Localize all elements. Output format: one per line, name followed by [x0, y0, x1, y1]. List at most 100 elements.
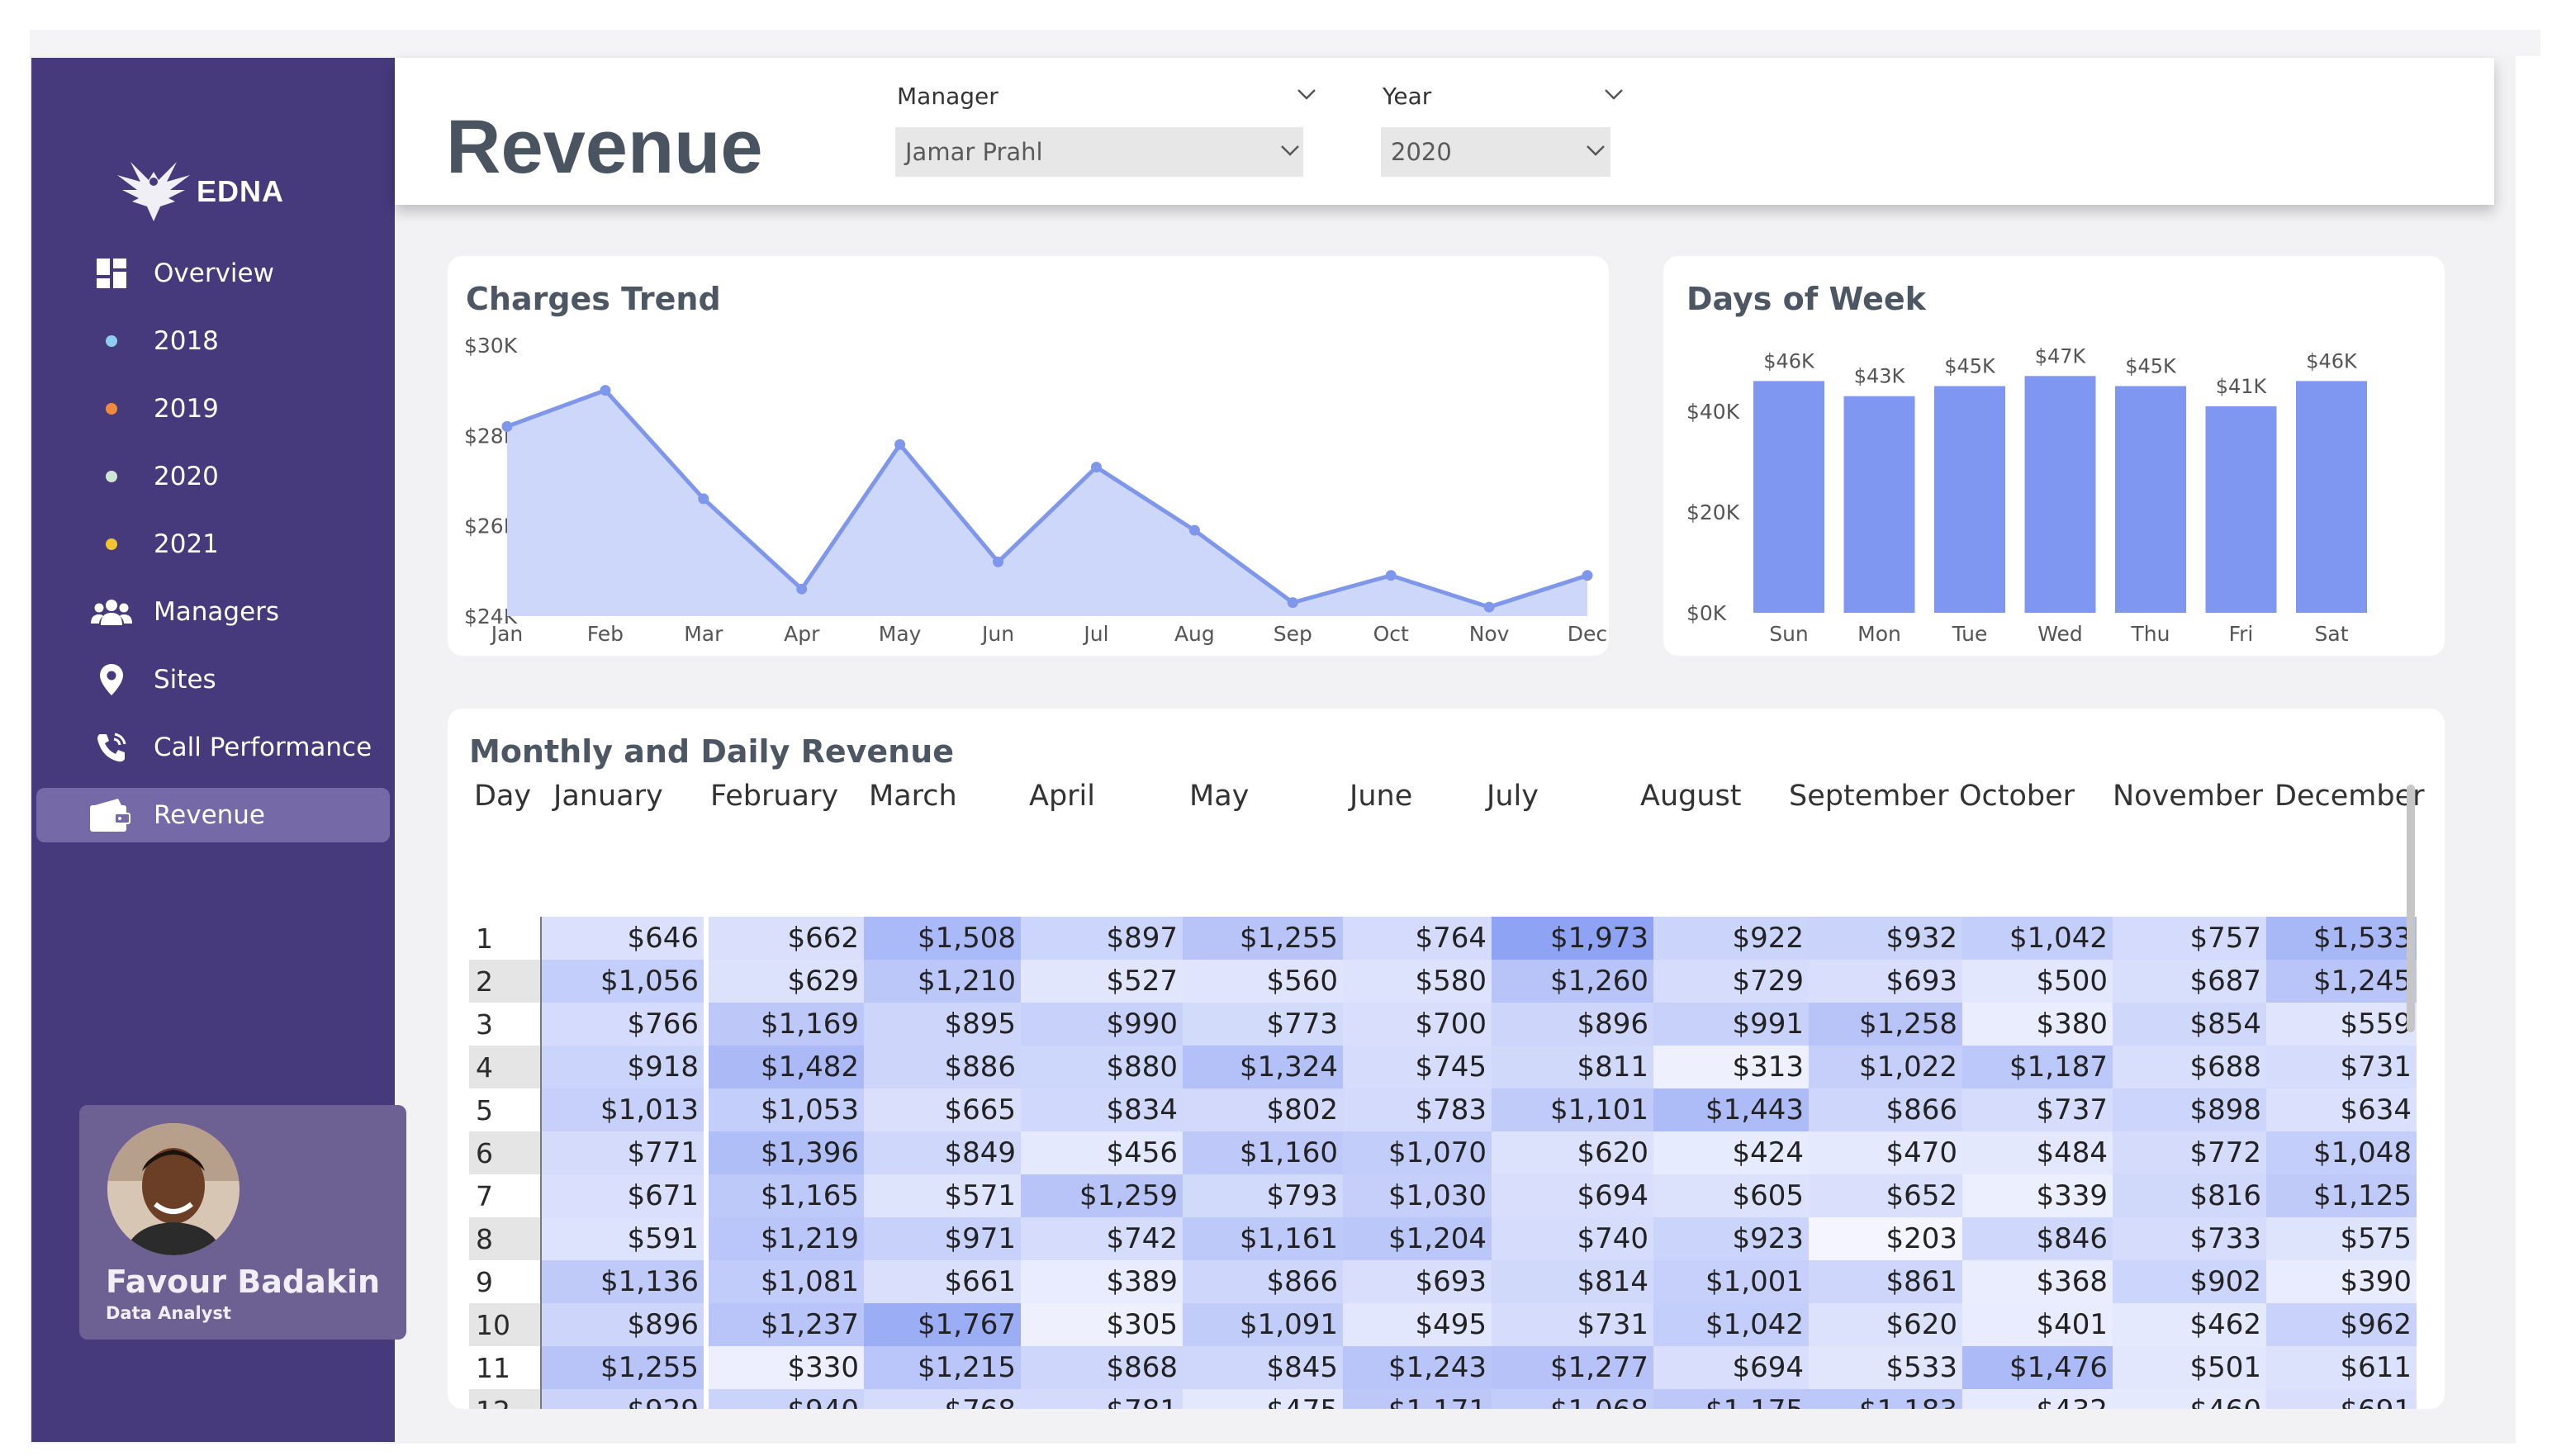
sidebar: EDNA Overview 2018 2019 2020 2021 Manage…	[31, 58, 406, 1442]
day-cell: 3	[469, 1003, 542, 1046]
revenue-cell: $902	[2113, 1260, 2266, 1303]
bar[interactable]	[2205, 405, 2277, 613]
manager-select[interactable]: Jamar Prahl	[895, 127, 1303, 177]
column-header-month[interactable]: August	[1640, 780, 1741, 813]
revenue-cell: $1,973	[1492, 917, 1653, 960]
avatar	[107, 1123, 240, 1255]
revenue-cell: $814	[1492, 1260, 1653, 1303]
x-tick-label: Fri	[2229, 622, 2254, 646]
revenue-cell: $729	[1653, 960, 1809, 1003]
data-point[interactable]	[1090, 462, 1102, 473]
revenue-cell: $688	[2113, 1046, 2266, 1088]
column-header-month[interactable]: November	[2113, 780, 2263, 813]
column-header-month[interactable]: December	[2275, 780, 2425, 813]
y-tick-label: $0K	[1686, 601, 1727, 625]
data-point[interactable]	[993, 556, 1004, 567]
table-row: 4 $918 $1,482 $886 $880 $1,324 $745 $811 $313 $1,…	[469, 1046, 2417, 1088]
column-header-month[interactable]: February	[710, 780, 838, 813]
column-header-month[interactable]: April	[1029, 780, 1095, 813]
app-logo[interactable]: EDNA	[114, 157, 284, 226]
sidebar-item-2019[interactable]: 2019	[36, 382, 390, 436]
revenue-cell: $634	[2266, 1088, 2417, 1131]
sidebar-item-call-performance[interactable]: Call Performance	[36, 720, 390, 775]
data-point[interactable]	[1385, 570, 1397, 581]
revenue-cell: $500	[1962, 960, 2113, 1003]
data-point[interactable]	[1287, 597, 1298, 609]
revenue-cell: $305	[1021, 1303, 1183, 1346]
revenue-cell: $559	[2266, 1003, 2417, 1046]
revenue-cell: $745	[1343, 1046, 1492, 1088]
data-point[interactable]	[1483, 601, 1495, 613]
revenue-cell: $896	[542, 1303, 704, 1346]
revenue-cell: $854	[2113, 1003, 2266, 1046]
column-header-month[interactable]: March	[869, 780, 957, 813]
dot-icon	[83, 456, 140, 497]
revenue-cell: $495	[1343, 1303, 1492, 1346]
bar[interactable]	[1934, 386, 2005, 614]
sidebar-item-2021[interactable]: 2021	[36, 517, 390, 571]
eagle-logo-icon	[117, 162, 190, 221]
data-point[interactable]	[796, 583, 808, 595]
bar[interactable]	[1843, 396, 1915, 613]
sidebar-item-managers[interactable]: Managers	[36, 585, 390, 639]
chevron-down-icon[interactable]	[1602, 83, 1625, 106]
revenue-cell: $380	[1962, 1003, 2113, 1046]
bar[interactable]	[2296, 381, 2367, 613]
days-of-week-card: Days of Week $40K $20K $0K $46K Sun $43K Mon $4…	[1663, 256, 2445, 656]
sidebar-item-sites[interactable]: Sites	[36, 652, 390, 707]
revenue-cell: $460	[2113, 1389, 2266, 1409]
sidebar-item-2018[interactable]: 2018	[36, 314, 390, 368]
column-header-month[interactable]: October	[1959, 780, 2075, 813]
revenue-cell: $990	[1021, 1003, 1183, 1046]
column-header-month[interactable]: May	[1189, 780, 1249, 813]
revenue-cell: $687	[2113, 960, 2266, 1003]
year-select[interactable]: 2020	[1381, 127, 1610, 177]
revenue-cell: $1,070	[1343, 1131, 1492, 1174]
revenue-cell: $1,125	[2266, 1174, 2417, 1217]
revenue-cell: $922	[1653, 917, 1809, 960]
revenue-cell: $1,081	[709, 1260, 864, 1303]
bar[interactable]	[2024, 376, 2096, 613]
column-header-day[interactable]: Day	[474, 780, 531, 813]
vertical-scrollbar[interactable]	[2407, 785, 2415, 1032]
data-point[interactable]	[1188, 524, 1200, 536]
revenue-cell: $783	[1343, 1088, 1492, 1131]
column-header-month[interactable]: July	[1487, 780, 1539, 813]
sidebar-item-2020[interactable]: 2020	[36, 449, 390, 504]
data-point[interactable]	[698, 493, 709, 505]
data-point[interactable]	[894, 439, 906, 450]
data-point[interactable]	[1582, 570, 1593, 581]
revenue-cell: $1,091	[1183, 1303, 1343, 1346]
y-tick-label: $40K	[1686, 400, 1740, 424]
revenue-cell: $1,245	[2266, 960, 2417, 1003]
data-point[interactable]	[501, 420, 513, 432]
x-tick-label: Mar	[684, 622, 723, 646]
table-row: 7 $671 $1,165 $571 $1,259 $793 $1,030 $694 $605 $…	[469, 1174, 2417, 1217]
x-tick-label: Oct	[1373, 622, 1409, 646]
location-pin-icon	[83, 659, 140, 700]
column-header-month[interactable]: June	[1350, 780, 1412, 813]
chevron-down-icon[interactable]	[1295, 83, 1318, 106]
column-header-month[interactable]: January	[553, 780, 663, 813]
sidebar-item-overview[interactable]: Overview	[36, 246, 390, 301]
sidebar-item-label: Managers	[154, 597, 280, 627]
revenue-cell: $811	[1492, 1046, 1653, 1088]
revenue-cell: $740	[1492, 1217, 1653, 1260]
revenue-cell: $1,042	[1962, 917, 2113, 960]
revenue-cell: $781	[1021, 1389, 1183, 1409]
revenue-cell: $1,219	[709, 1217, 864, 1260]
revenue-cell: $700	[1343, 1003, 1492, 1046]
revenue-cell: $971	[864, 1217, 1021, 1260]
sidebar-item-revenue[interactable]: Revenue	[36, 788, 390, 842]
x-tick-label: Sep	[1274, 622, 1312, 646]
revenue-cell: $834	[1021, 1088, 1183, 1131]
column-header-month[interactable]: September	[1789, 780, 1948, 813]
bar[interactable]	[1753, 381, 1824, 613]
data-point[interactable]	[600, 385, 611, 396]
sidebar-item-label: Sites	[154, 665, 216, 695]
table-row: 5 $1,013 $1,053 $665 $834 $802 $783 $1,101 $1,44…	[469, 1088, 2417, 1131]
revenue-cell: $895	[864, 1003, 1021, 1046]
bar[interactable]	[2115, 386, 2186, 614]
revenue-cell: $652	[1809, 1174, 1962, 1217]
bar-value-label: $45K	[2125, 355, 2177, 378]
